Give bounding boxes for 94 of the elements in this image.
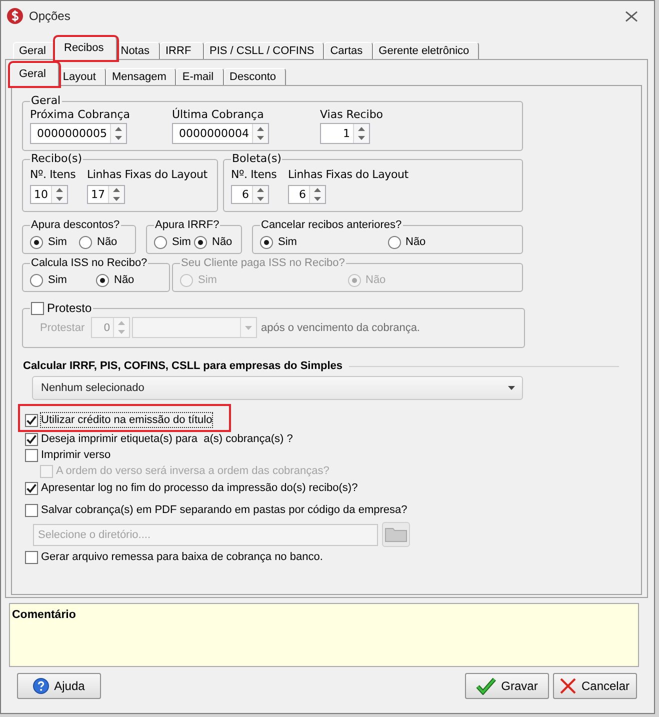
- radio-label: Sim: [172, 235, 191, 249]
- group-title: Seu Cliente paga ISS no Recibo?: [180, 257, 346, 269]
- section-heading: Calcular IRRF, PIS, COFINS, CSLL para empresas do Simples: [23, 359, 343, 373]
- group-title: Recibo(s): [30, 153, 84, 165]
- help-button[interactable]: Ajuda: [17, 673, 101, 699]
- radio-label: Não: [212, 235, 232, 249]
- checkbox[interactable]: [25, 414, 38, 426]
- group-title: Calcula ISS no Recibo?: [30, 257, 148, 269]
- dropdown[interactable]: Nenhum selecionado: [32, 376, 523, 400]
- number-field[interactable]: 1: [320, 123, 370, 144]
- tab[interactable]: Recibos: [55, 37, 117, 60]
- spin-down-icon[interactable]: [257, 136, 264, 140]
- radio-label: Sim: [48, 273, 67, 287]
- spin-down-icon[interactable]: [314, 196, 321, 201]
- spin-up-icon[interactable]: [56, 188, 63, 192]
- radio-label: Não: [114, 273, 134, 287]
- checkbox-label: Protesto: [47, 301, 92, 315]
- tab[interactable]: Gerente eletrônico: [372, 42, 480, 59]
- radio-button[interactable]: [30, 274, 43, 286]
- radio-label: Sim: [278, 235, 297, 249]
- spin-up-icon[interactable]: [113, 188, 120, 192]
- save-button[interactable]: Gravar: [465, 673, 549, 699]
- radio-button[interactable]: [154, 236, 167, 248]
- spin-down-icon[interactable]: [115, 136, 122, 140]
- spin-down-icon[interactable]: [113, 196, 120, 201]
- spin-up-icon[interactable]: [314, 188, 321, 192]
- radio-label: Sim: [198, 273, 217, 287]
- tab[interactable]: Cartas: [324, 42, 373, 59]
- tab[interactable]: Geral: [10, 63, 59, 86]
- number-field[interactable]: 6: [231, 185, 269, 204]
- close-icon[interactable]: [625, 10, 638, 22]
- field-label: Protestar: [40, 320, 86, 334]
- field-label: Linhas Fixas do Layout: [288, 168, 408, 182]
- number-field[interactable]: 10: [30, 185, 68, 204]
- group-title: Apura descontos?: [30, 219, 121, 231]
- group-title: Cancelar recibos anteriores?: [260, 219, 403, 231]
- checkbox-label: A ordem do verso será inversa a ordem das cobranças?: [56, 464, 330, 478]
- help-icon: [33, 678, 50, 694]
- app-logo-icon: [7, 8, 23, 24]
- checkbox-label: Gerar arquivo remessa para baixa de cobrança no banco.: [41, 550, 323, 564]
- checkbox[interactable]: [25, 448, 38, 462]
- tab[interactable]: PIS / CSLL / COFINS: [204, 42, 324, 59]
- field-label: Nº. Itens: [30, 168, 76, 182]
- radio-label: Não: [366, 273, 386, 287]
- number-field[interactable]: 0000000004: [172, 123, 269, 144]
- radio-button[interactable]: [96, 274, 109, 286]
- radio-button[interactable]: [260, 236, 273, 248]
- field-label: Vias Recibo: [320, 108, 384, 122]
- tab[interactable]: Desconto: [224, 68, 286, 85]
- group-title: Geral: [30, 95, 62, 107]
- radio-button[interactable]: [194, 236, 207, 248]
- tab[interactable]: IRRF: [160, 42, 204, 59]
- field-label: Próxima Cobrança: [30, 108, 130, 122]
- checkbox-label: Apresentar log no fim do processo da impressão do(s) recibo(s)?: [41, 481, 358, 495]
- checkbox-label: Utilizar crédito na emissão do título: [41, 413, 212, 427]
- field-label: Última Cobrança: [172, 108, 264, 122]
- checkbox[interactable]: [25, 432, 38, 446]
- field-label: após o vencimento da cobrança.: [261, 320, 420, 334]
- folder-icon: [385, 527, 407, 542]
- spin-up-icon[interactable]: [257, 188, 264, 192]
- number-field[interactable]: 6: [288, 185, 326, 204]
- radio-label: Não: [97, 235, 118, 249]
- radio-label: Não: [406, 235, 426, 249]
- cancel-x-icon: [560, 678, 576, 694]
- tab[interactable]: E-mail: [176, 68, 224, 85]
- checkbox-label: Imprimir verso: [41, 448, 111, 462]
- checkbox[interactable]: [25, 550, 38, 564]
- cancel-button[interactable]: Cancelar: [553, 673, 637, 699]
- spin-down-icon[interactable]: [257, 196, 264, 201]
- checkbox[interactable]: [25, 482, 38, 494]
- radio-button[interactable]: [79, 236, 92, 248]
- check-icon: [476, 677, 496, 695]
- tab[interactable]: Mensagem: [106, 68, 176, 85]
- spin-up-icon[interactable]: [257, 126, 264, 131]
- radio-button[interactable]: [30, 236, 43, 248]
- checkbox[interactable]: [25, 504, 38, 516]
- field-label: Nº. Itens: [231, 168, 277, 182]
- group-title: Boleta(s): [231, 153, 282, 165]
- number-field[interactable]: 17: [87, 185, 125, 204]
- checkbox-label: Salvar cobrança(s) em PDF separando em pastas por código da empresa?: [41, 503, 408, 517]
- caret-icon[interactable]: [508, 386, 515, 390]
- spin-down-icon[interactable]: [358, 136, 365, 140]
- group-title: Apura IRRF?: [154, 219, 220, 231]
- spin-up-icon[interactable]: [115, 126, 122, 131]
- checkbox-label: Deseja imprimir etiqueta(s) para a(s) cobrança(s) ?: [41, 432, 293, 446]
- window-title: Opções: [29, 8, 70, 24]
- number-field[interactable]: 0000000005: [30, 123, 127, 144]
- radio-label: Sim: [48, 235, 67, 249]
- spin-up-icon[interactable]: [358, 126, 365, 131]
- spin-down-icon[interactable]: [56, 196, 63, 201]
- radio-button[interactable]: [388, 236, 400, 248]
- checkbox[interactable]: [31, 302, 44, 314]
- field-label: Linhas Fixas do Layout: [87, 168, 208, 182]
- comment-title: Comentário: [12, 608, 76, 622]
